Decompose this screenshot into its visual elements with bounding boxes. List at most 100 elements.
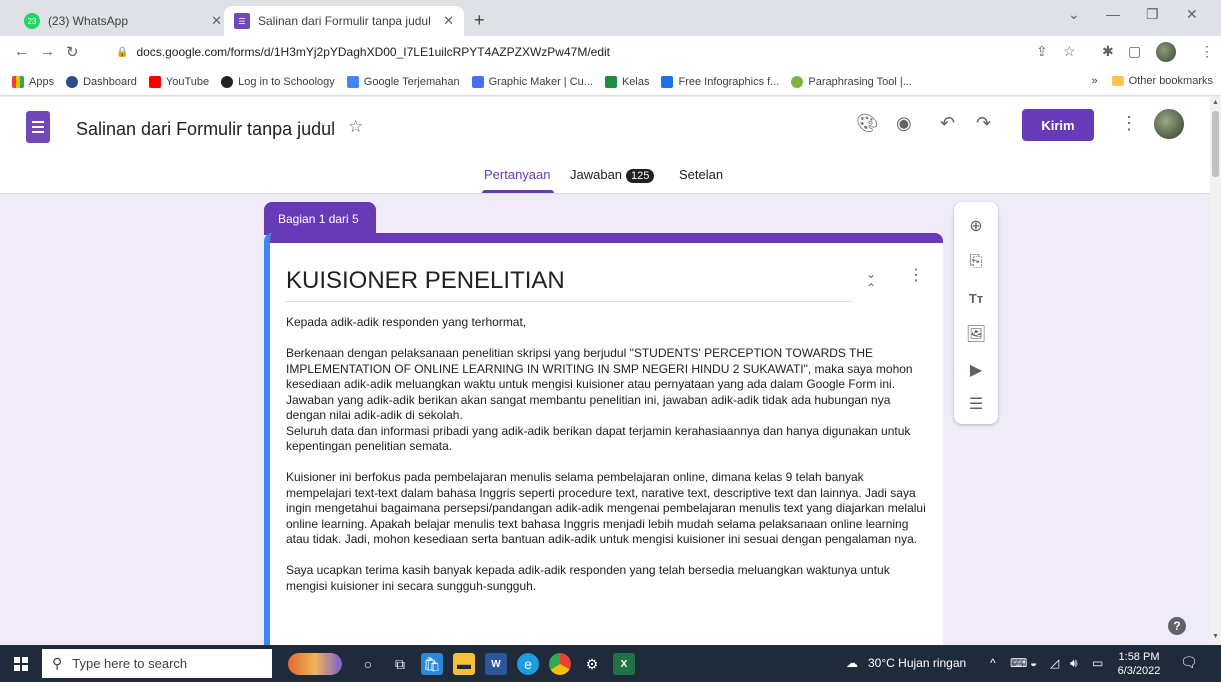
browser-tab-bar: 23 (23) WhatsApp ✕ ☰ Salinan dari Formul…	[0, 0, 1221, 36]
minimize-icon[interactable]: —	[1106, 6, 1120, 22]
bookmark-paraphrasing-tool[interactable]: Paraphrasing Tool |...	[791, 75, 912, 88]
bookmark-graphic-maker[interactable]: Graphic Maker | Cu...	[471, 75, 593, 88]
file-explorer-icon[interactable]: ▬	[453, 653, 475, 675]
help-icon[interactable]: ?	[1168, 617, 1186, 635]
bookmark-kelas[interactable]: Kelas	[604, 75, 649, 88]
edge-icon[interactable]: e	[517, 653, 539, 675]
add-title-icon[interactable]: Tт	[954, 286, 998, 310]
avatar[interactable]	[1154, 109, 1184, 139]
bookmark-apps[interactable]: Apps	[12, 75, 54, 88]
preview-eye-icon[interactable]: ◉	[896, 113, 912, 134]
browser-menu-icon[interactable]: ⋮	[1200, 43, 1214, 60]
move-to-folder-icon[interactable]: 🗀	[318, 119, 334, 146]
section-title[interactable]: KUISIONER PENELITIAN	[286, 267, 565, 295]
settings-gear-icon[interactable]: ⚙	[581, 653, 603, 675]
tab-title: (23) WhatsApp	[48, 14, 129, 28]
cortana-icon[interactable]: ○	[357, 653, 379, 675]
section-card[interactable]: KUISIONER PENELITIAN ⌄ ⌃ ⋮ Kepada adik-ad…	[264, 233, 943, 653]
task-view-icon[interactable]: ⧉	[389, 653, 411, 675]
forward-icon[interactable]: →	[40, 43, 55, 60]
redo-icon[interactable]: ↷	[976, 113, 991, 134]
description-paragraph: Seluruh data dan informasi pribadi yang …	[286, 423, 911, 454]
extensions-icon[interactable]: ✱	[1102, 43, 1114, 60]
taskbar-clock[interactable]: 1:58 PM 6/3/2022	[1117, 650, 1161, 678]
other-bookmarks[interactable]: Other bookmarks	[1129, 75, 1213, 87]
active-tab-indicator	[482, 190, 554, 193]
clock-date: 6/3/2022	[1117, 665, 1161, 677]
folder-icon	[1111, 76, 1124, 86]
notification-icon[interactable]: 🗨︎	[1180, 654, 1198, 671]
browser-profile-avatar[interactable]	[1156, 42, 1176, 62]
star-icon[interactable]: ☆	[348, 117, 363, 137]
tab-jawaban[interactable]: Jawaban 125	[570, 167, 655, 183]
collapse-section-icon[interactable]: ⌄ ⌃	[866, 267, 876, 295]
share-icon[interactable]: ⇪	[1036, 43, 1048, 60]
network-icon[interactable]: ◒	[1030, 656, 1037, 670]
palette-icon[interactable]: 🎨︎	[856, 113, 879, 134]
microsoft-store-icon[interactable]: 🛍︎	[421, 653, 443, 675]
bookmark-star-icon[interactable]: ☆	[1063, 43, 1076, 60]
windows-taskbar: ⚲ Type here to search ○ ⧉ 🛍︎ ▬ W e ⚙ X ☁…	[0, 645, 1221, 682]
back-icon[interactable]: ←	[14, 43, 29, 60]
youtube-icon	[148, 75, 161, 88]
new-tab-button[interactable]: +	[474, 10, 485, 31]
card-accent-bar	[270, 233, 943, 243]
tab-search-icon[interactable]: ⌄	[1068, 6, 1080, 23]
bookmark-schoology[interactable]: Log in to Schoology	[221, 75, 335, 88]
more-bookmarks-button[interactable]: »	[1092, 75, 1098, 87]
scroll-up-icon[interactable]: ▲	[1212, 99, 1219, 106]
play-icon	[471, 75, 484, 88]
tab-whatsapp[interactable]: 23 (23) WhatsApp ✕	[14, 6, 232, 36]
undo-icon[interactable]: ↶	[940, 113, 955, 134]
close-tab-icon[interactable]: ✕	[443, 13, 454, 29]
url-bar[interactable]: 🔒 docs.google.com/forms/d/1H3mYj2pYDaghX…	[108, 40, 1058, 64]
scroll-down-icon[interactable]: ▼	[1212, 633, 1219, 640]
import-questions-icon[interactable]: ⎘	[954, 250, 998, 274]
section-more-icon[interactable]: ⋮	[908, 265, 924, 285]
add-section-icon[interactable]: ☰	[954, 392, 998, 416]
add-question-icon[interactable]: ⊕	[954, 214, 998, 238]
bookmark-youtube[interactable]: YouTube	[148, 75, 209, 88]
scrollbar-thumb[interactable]	[1212, 111, 1219, 177]
lock-icon: 🔒	[116, 46, 129, 58]
weather-text[interactable]: 30°C Hujan ringan	[868, 656, 966, 670]
bookmark-google-translate[interactable]: Google Terjemahan	[346, 75, 460, 88]
news-widget-icon[interactable]	[288, 653, 342, 675]
tab-google-forms[interactable]: ☰ Salinan dari Formulir tanpa judul ✕	[224, 6, 464, 36]
excel-icon[interactable]: X	[613, 653, 635, 675]
more-options-icon[interactable]: ⋮	[1120, 113, 1138, 134]
volume-icon[interactable]: 🔊︎	[1070, 656, 1078, 671]
side-panel-icon[interactable]: ▢	[1128, 43, 1141, 60]
wifi-icon[interactable]: ◿	[1050, 656, 1059, 670]
url-text: docs.google.com/forms/d/1H3mYj2pYDaghXD0…	[136, 45, 610, 59]
word-icon[interactable]: W	[485, 653, 507, 675]
bookmark-dashboard[interactable]: Dashboard	[66, 75, 137, 88]
add-image-icon[interactable]: 🖼︎	[954, 322, 998, 346]
form-title[interactable]: Salinan dari Formulir tanpa judul	[76, 119, 335, 140]
windows-start-icon[interactable]	[14, 657, 28, 671]
bookmark-free-infographics[interactable]: Free Infographics f...	[661, 75, 779, 88]
tray-chevron-icon[interactable]: ^	[990, 656, 996, 670]
description-paragraph: Kepada adik-adik responden yang terhorma…	[286, 315, 527, 329]
tab-title: Salinan dari Formulir tanpa judul	[258, 14, 431, 28]
taskbar-search[interactable]: ⚲ Type here to search	[42, 649, 272, 678]
add-video-icon[interactable]: ▶	[954, 358, 998, 382]
close-window-icon[interactable]: ✕	[1186, 6, 1198, 23]
google-forms-logo-icon[interactable]	[26, 111, 50, 143]
restore-icon[interactable]: ❐	[1146, 6, 1159, 23]
weather-icon[interactable]: ☁	[846, 656, 858, 670]
clock-time: 1:58 PM	[1118, 651, 1160, 663]
tab-pertanyaan[interactable]: Pertanyaan	[484, 167, 551, 182]
page-scrollbar[interactable]: ▲ ▼	[1210, 97, 1221, 645]
close-tab-icon[interactable]: ✕	[211, 13, 222, 29]
tab-setelan[interactable]: Setelan	[679, 167, 723, 182]
section-tag: Bagian 1 dari 5	[264, 202, 376, 235]
battery-icon[interactable]: ▭	[1092, 656, 1103, 670]
reload-icon[interactable]: ↻	[66, 43, 79, 61]
chrome-icon[interactable]	[549, 653, 571, 675]
send-button[interactable]: Kirim	[1022, 109, 1094, 141]
keyboard-icon[interactable]: ⌨	[1010, 656, 1027, 670]
section-description[interactable]: Kepada adik-adik responden yang terhorma…	[286, 315, 926, 610]
paraphrasing-icon	[791, 75, 804, 88]
search-icon: ⚲	[52, 655, 63, 671]
